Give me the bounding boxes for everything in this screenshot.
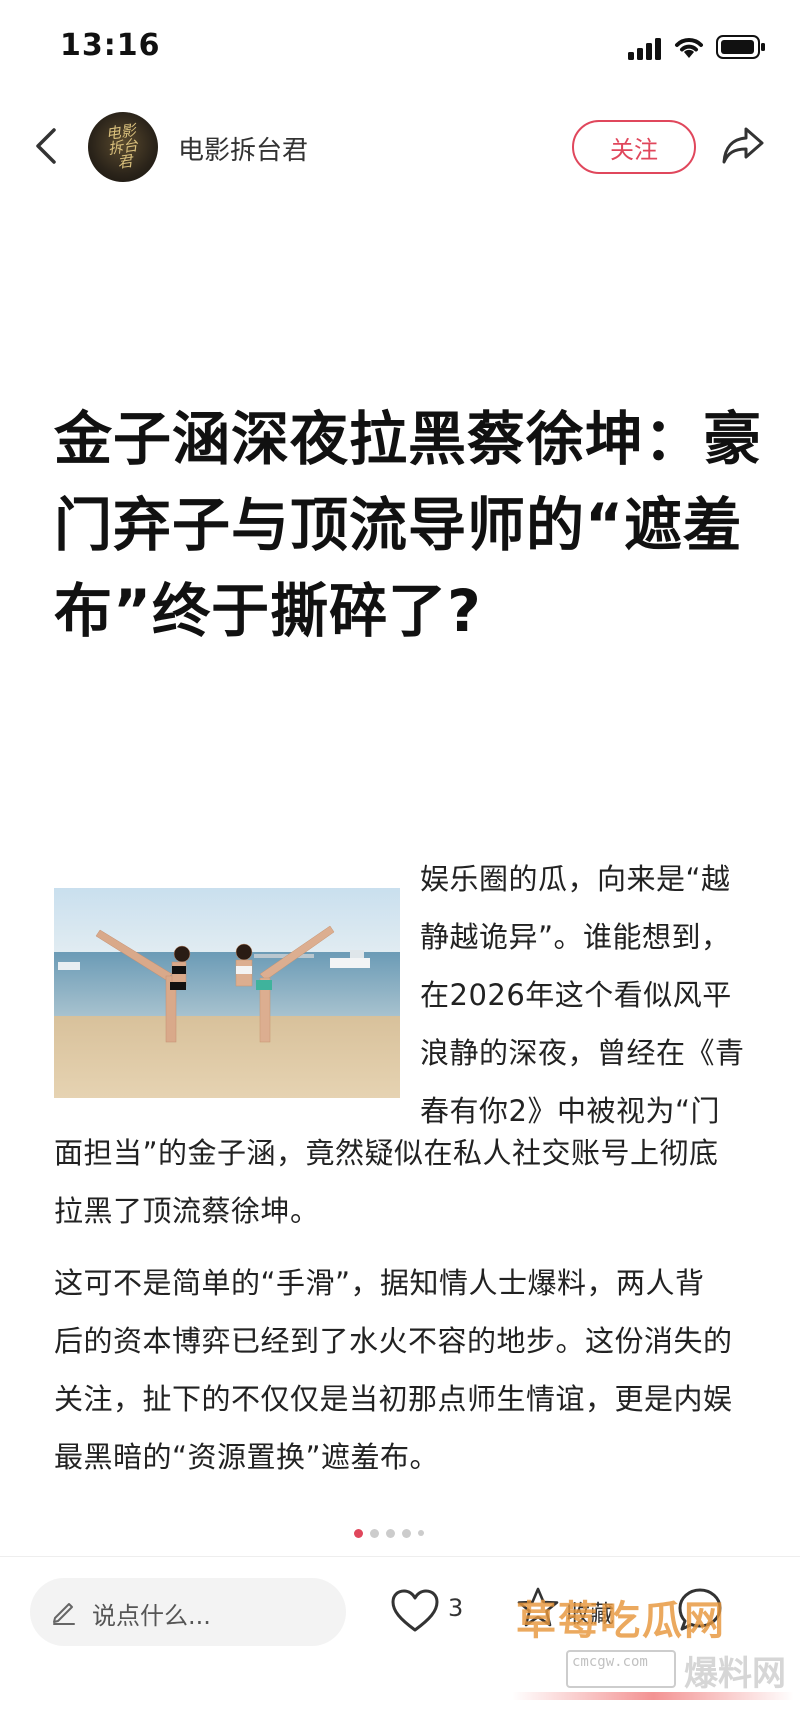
paragraph-line: 在2026年这个看似风平: [420, 978, 732, 1012]
pagination-dot[interactable]: [386, 1528, 395, 1538]
status-bar: 13:16: [0, 0, 800, 96]
paragraph-line: 这可不是简单的“手滑”，据知情人士爆料，两人背: [54, 1266, 705, 1300]
article-image[interactable]: [54, 888, 400, 1098]
battery-icon: [716, 35, 765, 59]
paragraph-line: 面担当”的金子涵，竟然疑似在私人社交账号上彻底: [54, 1136, 719, 1170]
watermark-url: cmcgw.com: [572, 1654, 648, 1670]
like-button[interactable]: 3: [390, 1582, 480, 1642]
paragraph-1-float: 娱乐圈的瓜，向来是“越 静越诡异”。谁能想到， 在2026年这个看似风平 浪静的…: [420, 850, 770, 1140]
author-avatar[interactable]: 电影拆台君: [88, 112, 158, 182]
watermark-url-box: [566, 1650, 676, 1688]
image-pagination: [354, 1526, 424, 1540]
watermark-bar: [512, 1692, 794, 1700]
pagination-dot-active[interactable]: [354, 1528, 363, 1538]
star-icon: [517, 1587, 559, 1627]
status-time: 13:16: [60, 28, 161, 63]
chevron-left-icon[interactable]: [32, 126, 62, 166]
author-name[interactable]: 电影拆台君: [178, 130, 308, 167]
paragraph-2: 这可不是简单的“手滑”，据知情人士爆料，两人背 后的资本博弈已经到了水火不容的地…: [54, 1254, 774, 1486]
wifi-icon: [675, 38, 703, 58]
pencil-icon: [53, 1603, 75, 1625]
paragraph-line: 娱乐圈的瓜，向来是“越: [420, 862, 731, 896]
article-title: 金子涵深夜拉黑蔡徐坤：豪门弃子与顶流导师的“遮羞布”终于撕碎了?: [54, 405, 763, 645]
share-icon[interactable]: [720, 124, 766, 168]
pagination-dot[interactable]: [370, 1528, 379, 1538]
like-count: 3: [448, 1594, 464, 1622]
comment-bubble-icon: [678, 1588, 722, 1631]
pagination-dot[interactable]: [402, 1528, 411, 1538]
collect-label: 收藏: [566, 1600, 614, 1628]
signal-icon: [628, 36, 664, 60]
paragraph-line: 关注，扯下的不仅仅是当初那点师生情谊，更是内娱: [54, 1382, 733, 1416]
follow-button[interactable]: 关注: [572, 120, 696, 174]
heart-icon: [391, 1589, 439, 1632]
watermark-subtitle: 爆料网: [684, 1654, 786, 1694]
collect-button[interactable]: 收藏: [516, 1582, 636, 1642]
comment-placeholder: 说点什么...: [92, 1602, 211, 1630]
avatar-logo-text: 电影拆台君: [104, 120, 140, 172]
article-header: 电影拆台君 电影拆台君 关注: [0, 104, 800, 188]
paragraph-line: 最黑暗的“资源置换”遮羞布。: [54, 1440, 440, 1474]
paragraph-line: 浪静的深夜，曾经在《青: [420, 1036, 745, 1070]
paragraph-line: 拉黑了顶流蔡徐坤。: [54, 1194, 320, 1228]
bottom-divider: [0, 1556, 800, 1557]
beach-photo: [54, 888, 400, 1098]
paragraph-line: 静越诡异”。谁能想到，: [420, 920, 731, 954]
comment-button[interactable]: [676, 1582, 736, 1642]
paragraph-line: 后的资本博弈已经到了水火不容的地步。这份消失的: [54, 1324, 733, 1358]
paragraph-1-continuation: 面担当”的金子涵，竟然疑似在私人社交账号上彻底 拉黑了顶流蔡徐坤。: [54, 1124, 774, 1240]
comment-input[interactable]: 说点什么...: [30, 1578, 346, 1646]
pagination-dot[interactable]: [418, 1530, 424, 1536]
